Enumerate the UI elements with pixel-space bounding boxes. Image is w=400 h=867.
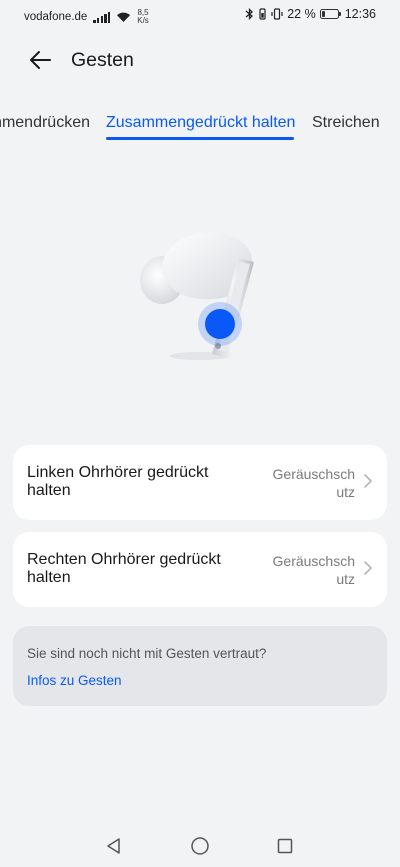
setting-label: Rechten Ohrhörer gedrückt halten	[27, 551, 221, 586]
battery-level-fill	[321, 11, 326, 17]
status-bar: vodafone.de 8,5 K/s 22 % 12:36	[0, 0, 400, 30]
back-button[interactable]	[26, 46, 54, 74]
tab-press-and-hold[interactable]: Zusammengedrückt halten	[106, 114, 295, 132]
earbud-illustration	[130, 218, 270, 378]
page-title: Gesten	[71, 49, 134, 71]
wifi-icon	[117, 12, 131, 22]
battery-percent: 22 %	[287, 7, 316, 21]
header: Gesten	[0, 42, 400, 78]
nav-back-button[interactable]	[104, 836, 124, 856]
active-tab-indicator	[106, 137, 294, 140]
status-right: 22 % 12:36	[245, 7, 376, 21]
tab-double-press[interactable]: mmendrücken	[0, 114, 90, 132]
gesture-info-link[interactable]: Infos zu Gesten	[27, 673, 122, 688]
earbud-image	[140, 232, 254, 360]
carrier-name: vodafone.de	[24, 11, 88, 23]
signal-icon	[93, 11, 111, 23]
gesture-info-box: Sie sind noch nicht mit Gesten vertraut?…	[13, 626, 387, 706]
circle-home-icon	[191, 837, 209, 855]
bluetooth-icon	[245, 8, 254, 20]
chevron-right-icon	[364, 561, 372, 575]
nav-home-button[interactable]	[190, 836, 210, 856]
chevron-right-icon	[364, 474, 372, 488]
vibrate-icon	[271, 8, 283, 20]
nav-recent-apps-button[interactable]	[275, 836, 295, 856]
setting-value: Geräuschschutz	[272, 466, 355, 500]
system-nav-bar	[0, 830, 400, 860]
right-earbud-hold-setting[interactable]: Rechten Ohrhörer gedrückt halten Geräusc…	[13, 532, 387, 607]
setting-value: Geräuschschutz	[272, 553, 355, 587]
status-left: vodafone.de 8,5 K/s	[24, 9, 149, 25]
battery-icon	[319, 9, 341, 19]
network-speed: 8,5 K/s	[137, 8, 149, 25]
triangle-back-icon	[107, 838, 120, 854]
tab-swipe[interactable]: Streichen	[312, 114, 380, 132]
setting-label: Linken Ohrhörer gedrückt halten	[27, 464, 209, 499]
left-earbud-hold-setting[interactable]: Linken Ohrhörer gedrückt halten Geräusch…	[13, 445, 387, 520]
arrow-left-icon	[30, 51, 51, 69]
clock: 12:36	[344, 7, 376, 21]
earbuds-battery-icon	[259, 8, 266, 20]
square-recent-icon	[277, 838, 293, 854]
info-text: Sie sind noch nicht mit Gesten vertraut?	[27, 646, 267, 661]
gesture-tabs: mmendrücken Zusammengedrückt halten Stre…	[0, 110, 400, 144]
